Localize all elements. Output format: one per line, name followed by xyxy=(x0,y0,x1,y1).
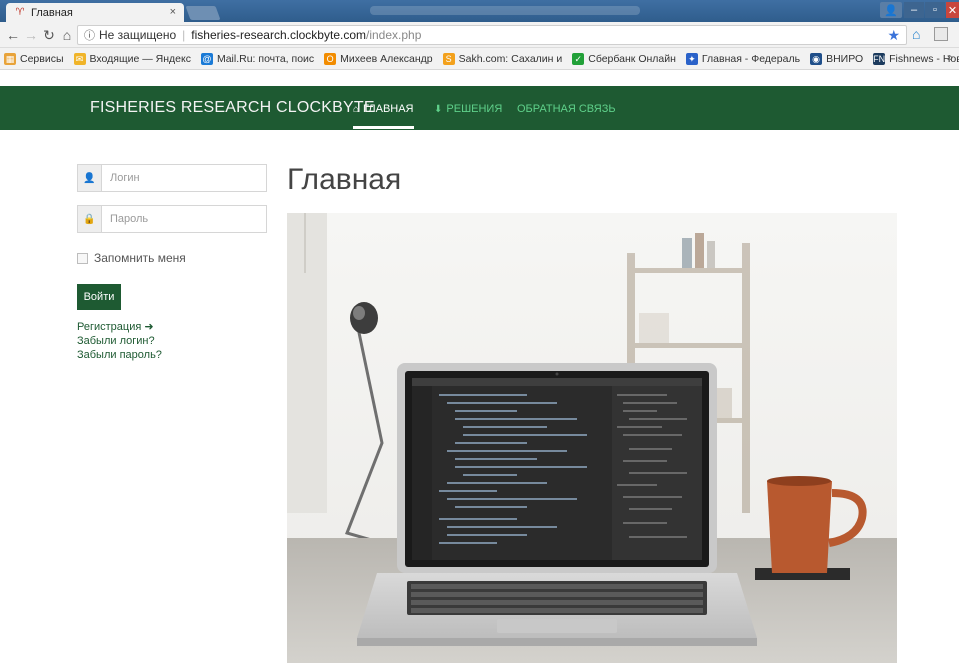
home-icon: ⌂ xyxy=(353,103,360,115)
bookmark-label: Sakh.com: Сахалин и xyxy=(458,52,563,65)
bookmark-label: Михеев Александр xyxy=(340,52,433,65)
bookmark-item[interactable]: ▦ Сервисы xyxy=(4,52,64,65)
security-label: Не защищено xyxy=(99,28,177,42)
site-favicon-icon: ♈ xyxy=(15,7,25,18)
vniro-icon: ◉ xyxy=(810,52,823,65)
forgot-login-link[interactable]: Забыли логин? xyxy=(77,334,162,348)
bookmark-item[interactable]: ✦ Главная - Федераль xyxy=(685,52,801,65)
extension-home-icon[interactable]: ⌂ xyxy=(912,26,928,42)
site-navbar: FISHERIES RESEARCH CLOCKBYTE ⌂ ГЛАВНАЯ ⬇… xyxy=(0,86,959,130)
tab-close-icon[interactable]: × xyxy=(170,6,176,18)
bookmarks-bar: ▦ Сервисы ✉ Входящие — Яндекс @ Mail.Ru: почт… xyxy=(0,48,959,70)
home-browser-icon[interactable]: ⌂ xyxy=(58,26,76,44)
minimize-icon[interactable]: – xyxy=(904,2,924,18)
nav-home-label: ГЛАВНАЯ xyxy=(363,103,414,115)
page-title: Главная xyxy=(287,163,402,196)
fishnews-icon: FN xyxy=(873,52,886,65)
sakh-icon: S xyxy=(442,52,455,65)
new-tab-button[interactable] xyxy=(185,6,221,20)
bookmarks-more-icon[interactable]: » xyxy=(947,52,953,64)
browser-titlebar: ♈ Главная × 👤 – ▫ ✕ xyxy=(0,0,959,22)
nav-home[interactable]: ⌂ ГЛАВНАЯ xyxy=(353,103,414,129)
bookmark-label: Сервисы xyxy=(20,52,64,65)
remember-label[interactable]: Запомнить меня xyxy=(94,251,186,265)
login-input[interactable] xyxy=(102,166,262,190)
maximize-icon[interactable]: ▫ xyxy=(925,2,945,18)
tab-title: Главная xyxy=(31,6,73,19)
register-link[interactable]: Регистрация ➜ xyxy=(77,320,162,334)
remember-checkbox[interactable] xyxy=(77,252,88,264)
bookmark-label: Входящие — Яндекс xyxy=(89,52,191,65)
mail-icon: ✉ xyxy=(73,52,86,65)
nav-solutions[interactable]: ⬇ РЕШЕНИЯ xyxy=(434,103,502,115)
forward-arrow-icon[interactable]: → xyxy=(22,26,40,44)
bookmark-item[interactable]: O Михеев Александр xyxy=(324,52,433,65)
remember-me: Запомнить меня xyxy=(77,251,186,265)
extension-icon[interactable] xyxy=(934,27,948,41)
lock-icon: 🔒 xyxy=(78,206,102,232)
site-brand[interactable]: FISHERIES RESEARCH CLOCKBYTE xyxy=(90,99,375,117)
nav-feedback[interactable]: ОБРАТНАЯ СВЯЗЬ xyxy=(517,103,616,115)
info-icon[interactable]: ⓘ xyxy=(84,27,95,43)
laptop-desk-photo xyxy=(287,213,897,663)
nav-solutions-label: РЕШЕНИЯ xyxy=(446,103,503,115)
bookmark-item[interactable]: S Sakh.com: Сахалин и xyxy=(442,52,563,65)
window-title-blur xyxy=(370,6,640,15)
bookmark-label: Главная - Федераль xyxy=(701,52,801,65)
bookmark-star-icon[interactable]: ★ xyxy=(887,27,900,44)
password-field: 🔒 xyxy=(77,205,267,233)
sber-icon: ✓ xyxy=(572,52,585,65)
arrow-right-icon: ➜ xyxy=(144,321,154,333)
back-arrow-icon[interactable]: ← xyxy=(4,26,22,44)
mailru-icon: @ xyxy=(200,52,213,65)
hero-image xyxy=(287,213,897,663)
url-host: fisheries-research.clockbyte.com xyxy=(191,28,366,42)
password-input[interactable] xyxy=(102,207,262,231)
register-link-label: Регистрация xyxy=(77,321,142,333)
apps-icon: ▦ xyxy=(4,52,16,65)
auth-links: Регистрация ➜ Забыли логин? Забыли парол… xyxy=(77,320,162,362)
bookmark-label: Mail.Ru: почта, поис xyxy=(216,52,315,65)
login-button[interactable]: Войти xyxy=(77,284,121,310)
address-separator: | xyxy=(182,28,186,42)
browser-tab-active[interactable]: ♈ Главная × xyxy=(6,3,184,22)
close-window-icon[interactable]: ✕ xyxy=(946,2,959,18)
bookmark-item[interactable]: @ Mail.Ru: почта, поис xyxy=(200,52,315,65)
user-icon: 👤 xyxy=(78,165,102,191)
bookmark-item[interactable]: ✓ Сбербанк Онлайн xyxy=(572,52,676,65)
forgot-password-link[interactable]: Забыли пароль? xyxy=(77,348,162,362)
bookmark-label: Сбербанк Онлайн xyxy=(588,52,676,65)
bookmark-item[interactable]: ✉ Входящие — Яндекс xyxy=(73,52,191,65)
bookmark-label: ВНИРО xyxy=(826,52,864,65)
download-icon: ⬇ xyxy=(434,103,443,115)
url-path: /index.php xyxy=(366,28,422,42)
ok-icon: O xyxy=(324,52,337,65)
profile-icon[interactable]: 👤 xyxy=(880,2,902,18)
bookmark-item[interactable]: ◉ ВНИРО xyxy=(810,52,864,65)
gov-icon: ✦ xyxy=(685,52,698,65)
login-field: 👤 xyxy=(77,164,267,192)
reload-icon[interactable]: ↻ xyxy=(40,26,58,44)
browser-toolbar: ← → ↻ ⌂ ⓘ Не защищено | fisheries-resear… xyxy=(0,22,959,48)
address-bar[interactable]: ⓘ Не защищено | fisheries-research.clock… xyxy=(77,25,907,45)
nav-feedback-label: ОБРАТНАЯ СВЯЗЬ xyxy=(517,103,616,115)
